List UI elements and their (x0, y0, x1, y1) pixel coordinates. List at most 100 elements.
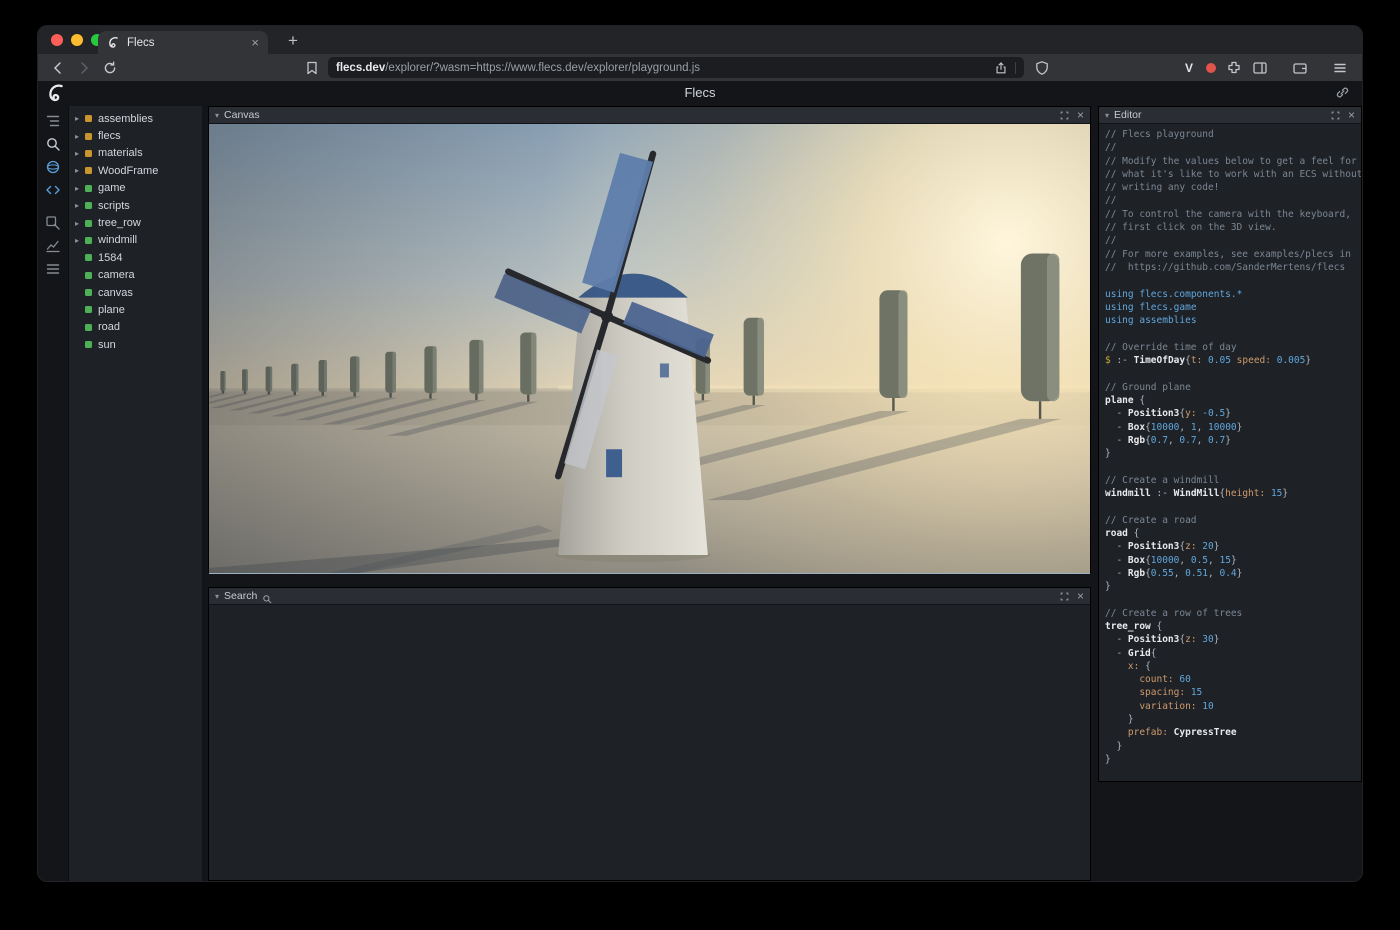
code-line: spacing: 15 (1105, 686, 1361, 699)
tree-item-1584[interactable]: 1584 (69, 249, 202, 266)
code-line: - Position3{z: 20} (1105, 540, 1361, 553)
extension-icon[interactable] (1206, 63, 1216, 73)
search-icon[interactable] (45, 136, 61, 152)
module-square-icon (85, 115, 92, 122)
scene-sphere-icon[interactable] (45, 159, 61, 175)
stats-rows-icon[interactable] (45, 261, 61, 277)
chart-icon[interactable] (45, 238, 61, 254)
code-line: // (1105, 141, 1361, 154)
entity-square-icon (85, 185, 92, 192)
expand-arrow-icon[interactable]: ▸ (75, 219, 85, 228)
editor-panel-title: Editor (1114, 109, 1141, 121)
entity-square-icon (85, 220, 92, 227)
side-panel-icon[interactable] (1252, 60, 1268, 76)
code-line: // Create a row of trees (1105, 607, 1361, 620)
expand-arrow-icon[interactable]: ▸ (75, 236, 85, 245)
url-host: flecs.dev (336, 62, 385, 74)
code-line (1105, 274, 1361, 287)
tree-item-canvas[interactable]: canvas (69, 284, 202, 301)
vpn-icon[interactable]: V (1182, 61, 1196, 75)
code-line (1105, 500, 1361, 513)
back-button[interactable] (50, 60, 66, 76)
tree-item-label: camera (98, 269, 135, 281)
canvas-3d-scene[interactable] (209, 124, 1090, 574)
tree-item-scripts[interactable]: ▸ scripts (69, 197, 202, 214)
browser-tab[interactable]: Flecs × (98, 31, 268, 54)
tree-item-label: assemblies (98, 113, 153, 125)
code-line: using flecs.components.* (1105, 288, 1361, 301)
fullscreen-icon[interactable] (1060, 111, 1069, 120)
expand-arrow-icon[interactable]: ▸ (75, 149, 85, 158)
code-editor-icon[interactable] (45, 182, 61, 198)
fullscreen-icon[interactable] (1331, 111, 1340, 120)
share-link-icon[interactable] (1335, 85, 1350, 100)
search-panel-header[interactable]: ▾ Search × (209, 588, 1090, 605)
url-text: flecs.dev/explorer/?wasm=https://www.fle… (336, 62, 987, 74)
tab-close-icon[interactable]: × (251, 35, 259, 50)
close-panel-icon[interactable]: × (1077, 111, 1084, 120)
chevron-down-icon[interactable]: ▾ (215, 111, 219, 120)
entity-square-icon (85, 289, 92, 296)
close-panel-icon[interactable]: × (1077, 592, 1084, 601)
close-window-button[interactable] (51, 34, 63, 46)
chevron-down-icon[interactable]: ▾ (1105, 111, 1109, 120)
tree-item-label: windmill (98, 234, 137, 246)
canvas-panel-header[interactable]: ▾ Canvas × (209, 107, 1090, 124)
tree-item-label: materials (98, 147, 143, 159)
tree-item-tree_row[interactable]: ▸tree_row (69, 214, 202, 231)
chevron-down-icon[interactable]: ▾ (215, 592, 219, 601)
expand-arrow-icon[interactable]: ▸ (75, 201, 85, 210)
entity-square-icon (85, 272, 92, 279)
tree-item-WoodFrame[interactable]: ▸ WoodFrame (69, 162, 202, 179)
editor-code[interactable]: // Flecs playground//// Modify the value… (1099, 124, 1361, 781)
new-tab-button[interactable]: + (280, 29, 306, 53)
tree-item-materials[interactable]: ▸ materials (69, 145, 202, 162)
entity-tree-icon[interactable] (45, 113, 61, 129)
inspect-icon[interactable] (45, 215, 61, 231)
fullscreen-icon[interactable] (1060, 592, 1069, 601)
code-line: using flecs.game (1105, 301, 1361, 314)
tree-item-label: plane (98, 304, 125, 316)
expand-arrow-icon[interactable]: ▸ (75, 132, 85, 141)
code-line: } (1105, 580, 1361, 593)
divider (1015, 62, 1016, 74)
tree-item-assemblies[interactable]: ▸ assemblies (69, 110, 202, 127)
expand-arrow-icon[interactable]: ▸ (75, 114, 85, 123)
windmill-scene-svg (209, 124, 1090, 573)
tree-item-label: WoodFrame (98, 165, 158, 177)
tree-item-camera[interactable]: camera (69, 267, 202, 284)
close-panel-icon[interactable]: × (1348, 111, 1355, 120)
url-bar[interactable]: flecs.dev/explorer/?wasm=https://www.fle… (328, 57, 1024, 78)
menu-icon[interactable] (1332, 60, 1348, 76)
tree-item-label: scripts (98, 200, 130, 212)
tree-item-label: flecs (98, 130, 121, 142)
wallet-icon[interactable] (1292, 60, 1308, 76)
expand-arrow-icon[interactable]: ▸ (75, 184, 85, 193)
extensions-puzzle-icon[interactable] (1226, 60, 1242, 76)
expand-arrow-icon[interactable]: ▸ (75, 166, 85, 175)
tree-item-road[interactable]: road (69, 319, 202, 336)
bookmark-icon[interactable] (304, 60, 320, 76)
search-magnifier-icon (262, 591, 272, 601)
editor-panel-header[interactable]: ▾ Editor × (1099, 107, 1361, 124)
tree-item-game[interactable]: ▸game (69, 180, 202, 197)
browser-window: Flecs × + flecs.dev/explorer/?wasm=https… (37, 25, 1363, 882)
code-line: variation: 10 (1105, 700, 1361, 713)
reload-button[interactable] (102, 60, 118, 76)
share-icon[interactable] (994, 61, 1008, 75)
brave-shield-icon[interactable] (1034, 60, 1050, 76)
code-line: road { (1105, 527, 1361, 540)
tree-item-flecs[interactable]: ▸ flecs (69, 127, 202, 144)
flecs-explorer-page: Flecs (38, 81, 1362, 881)
tree-item-sun[interactable]: sun (69, 336, 202, 353)
forward-button[interactable] (76, 60, 92, 76)
tree-item-windmill[interactable]: ▸ windmill (69, 232, 202, 249)
url-path: /explorer/?wasm=https://www.flecs.dev/ex… (385, 62, 700, 74)
canvas-panel-title: Canvas (224, 109, 260, 121)
code-line: count: 60 (1105, 673, 1361, 686)
tree-item-plane[interactable]: plane (69, 301, 202, 318)
minimize-window-button[interactable] (71, 34, 83, 46)
search-panel-body (209, 605, 1090, 880)
entity-square-icon (85, 306, 92, 313)
code-line: tree_row { (1105, 620, 1361, 633)
